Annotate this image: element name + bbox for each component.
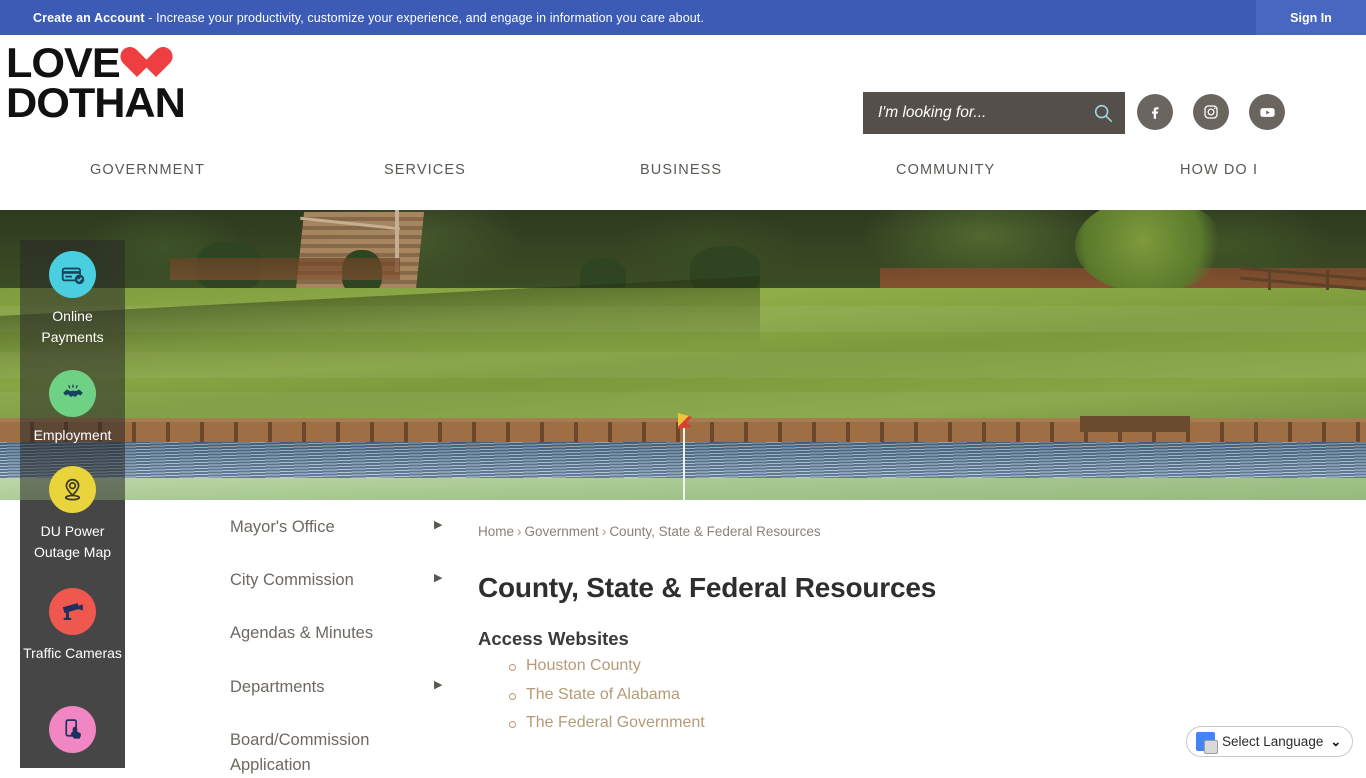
breadcrumb-home[interactable]: Home bbox=[478, 524, 514, 539]
logo-text-dothan: DOTHAN bbox=[6, 79, 186, 126]
hero-fence bbox=[1240, 266, 1366, 292]
chevron-down-icon: ⌄ bbox=[1330, 733, 1342, 749]
mobile-tap-icon bbox=[49, 706, 96, 753]
search-icon bbox=[1094, 104, 1113, 123]
breadcrumb-separator: › bbox=[517, 524, 522, 539]
chevron-right-icon[interactable]: ▶ bbox=[434, 678, 442, 691]
sign-in-button[interactable]: Sign In bbox=[1256, 0, 1366, 35]
quick-link-mobile-app[interactable] bbox=[20, 706, 125, 761]
quick-link-label: Employment bbox=[33, 427, 112, 443]
account-bar-text: - Increase your productivity, customize … bbox=[144, 10, 704, 25]
quick-links-panel: Online Payments Employment DU Power Outa… bbox=[20, 240, 125, 768]
content-area: Mayor's Office ▶ City Commission ▶ Agend… bbox=[0, 500, 1366, 774]
quick-link-label: DU Power Outage Map bbox=[33, 523, 112, 560]
chevron-right-icon[interactable]: ▶ bbox=[434, 518, 442, 531]
site-logo[interactable]: LOVE DOTHAN bbox=[6, 39, 206, 127]
hero-dock bbox=[1080, 416, 1190, 432]
quick-link-traffic-cameras[interactable]: Traffic Cameras bbox=[20, 588, 125, 664]
chevron-right-icon[interactable]: ▶ bbox=[434, 571, 442, 584]
sidebar-item-board-commission-application[interactable]: Board/Commission Application bbox=[230, 728, 440, 778]
account-bar-message: Create an Account - Increase your produc… bbox=[33, 11, 704, 25]
handshake-icon bbox=[49, 370, 96, 417]
site-header: LOVE DOTHAN bbox=[0, 35, 1366, 140]
facebook-icon bbox=[1152, 107, 1159, 119]
youtube-icon bbox=[1259, 107, 1275, 117]
instagram-icon bbox=[1204, 105, 1218, 119]
sidebar-item-city-commission[interactable]: City Commission bbox=[230, 568, 440, 593]
account-bar: Create an Account - Increase your produc… bbox=[0, 0, 1366, 35]
nav-item-government[interactable]: GOVERNMENT bbox=[90, 162, 205, 178]
list-item-federal-government[interactable]: The Federal Government bbox=[500, 709, 705, 738]
sidebar-item-departments[interactable]: Departments bbox=[230, 675, 440, 700]
sidebar-item-mayors-office[interactable]: Mayor's Office bbox=[230, 515, 440, 540]
nav-item-how-do-i[interactable]: HOW DO I bbox=[1180, 162, 1258, 178]
map-pin-icon bbox=[49, 466, 96, 513]
breadcrumb-current: County, State & Federal Resources bbox=[609, 524, 821, 539]
logo-text-love: LOVE bbox=[6, 39, 121, 86]
quick-link-label: Online Payments bbox=[41, 308, 104, 345]
quick-link-online-payments[interactable]: Online Payments bbox=[20, 251, 125, 348]
instagram-link[interactable] bbox=[1193, 94, 1229, 130]
main-navigation: GOVERNMENT SERVICES BUSINESS COMMUNITY H… bbox=[0, 140, 1366, 210]
facebook-link[interactable] bbox=[1137, 94, 1173, 130]
breadcrumb: Home › Government › County, State & Federal … bbox=[478, 524, 821, 539]
quick-link-employment[interactable]: Employment bbox=[20, 370, 125, 446]
language-selector-label: Select Language bbox=[1222, 734, 1324, 749]
search-input[interactable] bbox=[863, 92, 1081, 134]
quick-link-du-power-outage-map[interactable]: DU Power Outage Map bbox=[20, 466, 125, 563]
section-heading-access-websites: Access Websites bbox=[478, 628, 629, 649]
list-item-houston-county[interactable]: Houston County bbox=[500, 652, 705, 681]
search-button[interactable] bbox=[1081, 92, 1125, 134]
create-account-link[interactable]: Create an Account bbox=[33, 11, 145, 25]
sidebar-item-agendas-minutes[interactable]: Agendas & Minutes bbox=[230, 621, 440, 646]
page-title: County, State & Federal Resources bbox=[478, 572, 937, 603]
list-item-state-of-alabama[interactable]: The State of Alabama bbox=[500, 681, 705, 710]
quick-link-label: Traffic Cameras bbox=[23, 645, 122, 661]
hero-banner-golf-course bbox=[0, 210, 1366, 500]
nav-item-business[interactable]: BUSINESS bbox=[640, 162, 722, 178]
search-bar[interactable] bbox=[863, 92, 1125, 134]
credit-card-icon bbox=[49, 251, 96, 298]
breadcrumb-separator: › bbox=[601, 524, 607, 539]
security-camera-icon bbox=[49, 588, 96, 635]
nav-item-community[interactable]: COMMUNITY bbox=[896, 162, 995, 178]
access-websites-list: Houston County The State of Alabama The … bbox=[500, 652, 705, 738]
google-translate-icon bbox=[1196, 732, 1218, 754]
nav-item-services[interactable]: SERVICES bbox=[384, 162, 466, 178]
youtube-link[interactable] bbox=[1249, 94, 1285, 130]
hero-mulch-bed bbox=[170, 258, 400, 280]
heart-icon bbox=[120, 47, 156, 79]
language-selector[interactable]: Select Language ⌄ bbox=[1186, 726, 1354, 757]
breadcrumb-government[interactable]: Government bbox=[525, 524, 599, 539]
